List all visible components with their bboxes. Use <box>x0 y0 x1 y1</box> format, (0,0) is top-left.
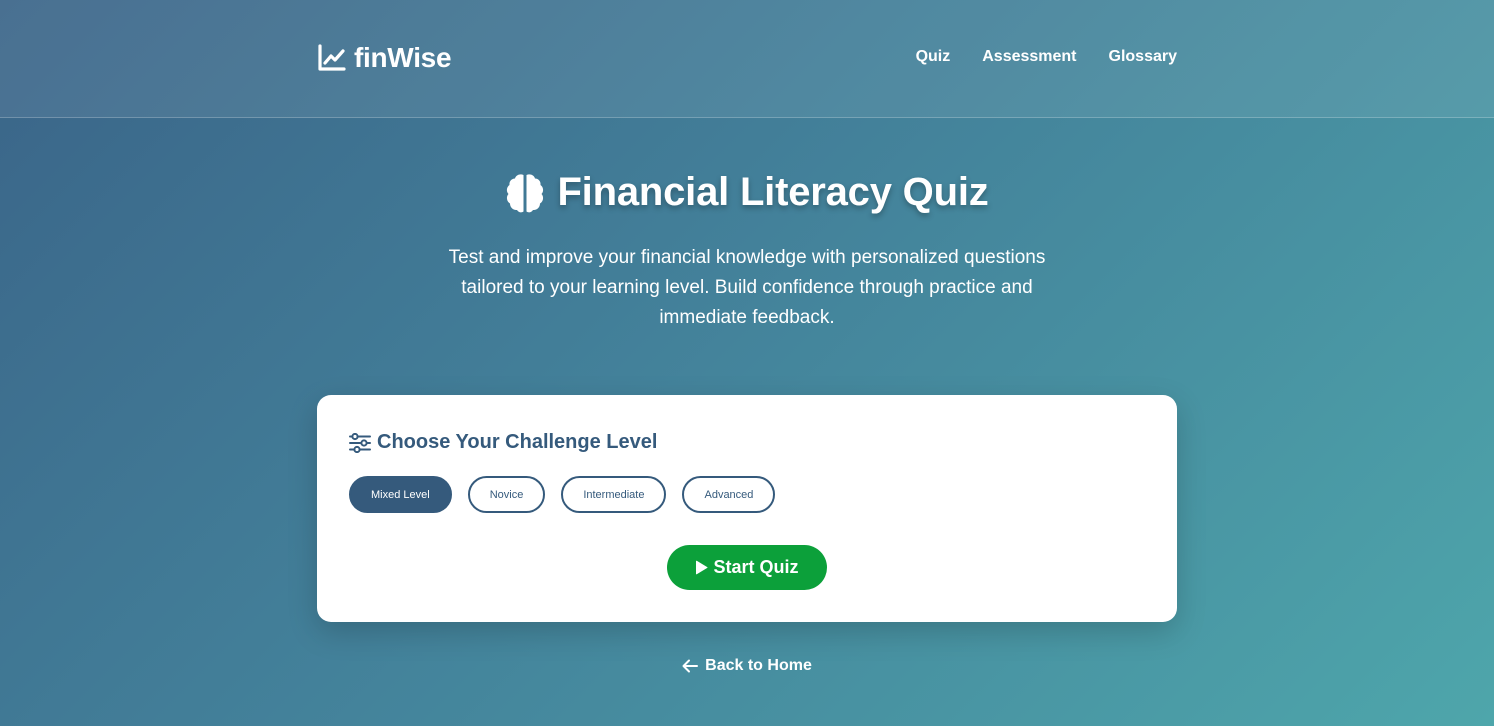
arrow-left-icon <box>682 659 699 673</box>
start-quiz-button[interactable]: Start Quiz <box>667 545 827 590</box>
page-title: Financial Literacy Quiz <box>557 170 989 214</box>
brand-logo-link[interactable]: finWise <box>317 42 452 74</box>
hero-title-row: Financial Literacy Quiz <box>0 170 1494 215</box>
back-to-home-label: Back to Home <box>705 657 812 674</box>
play-icon <box>696 560 708 575</box>
level-option-advanced[interactable]: Advanced <box>682 476 776 513</box>
nav-link-assessment[interactable]: Assessment <box>982 48 1076 66</box>
level-selector: Mixed Level Novice Intermediate Advanced <box>349 476 776 513</box>
sliders-icon <box>349 432 371 453</box>
card-heading: Choose Your Challenge Level <box>377 431 658 453</box>
nav-link-quiz[interactable]: Quiz <box>916 48 951 66</box>
top-navbar: finWise Quiz Assessment Glossary <box>0 0 1494 118</box>
nav-link-glossary[interactable]: Glossary <box>1109 48 1177 66</box>
brand-name: finWise <box>354 42 452 73</box>
level-option-novice[interactable]: Novice <box>467 476 546 513</box>
card-heading-row: Choose Your Challenge Level <box>349 431 657 454</box>
back-to-home-link[interactable]: Back to Home <box>0 657 1494 675</box>
main-nav: Quiz Assessment Glossary <box>916 48 1177 66</box>
challenge-level-card: Choose Your Challenge Level Mixed Level … <box>317 395 1177 622</box>
page-description: Test and improve your financial knowledg… <box>448 247 1046 328</box>
brain-icon <box>507 173 544 212</box>
level-option-mixed[interactable]: Mixed Level <box>349 476 452 513</box>
level-option-intermediate[interactable]: Intermediate <box>561 476 667 513</box>
start-quiz-label: Start Quiz <box>713 557 799 577</box>
chart-line-icon <box>318 44 346 71</box>
